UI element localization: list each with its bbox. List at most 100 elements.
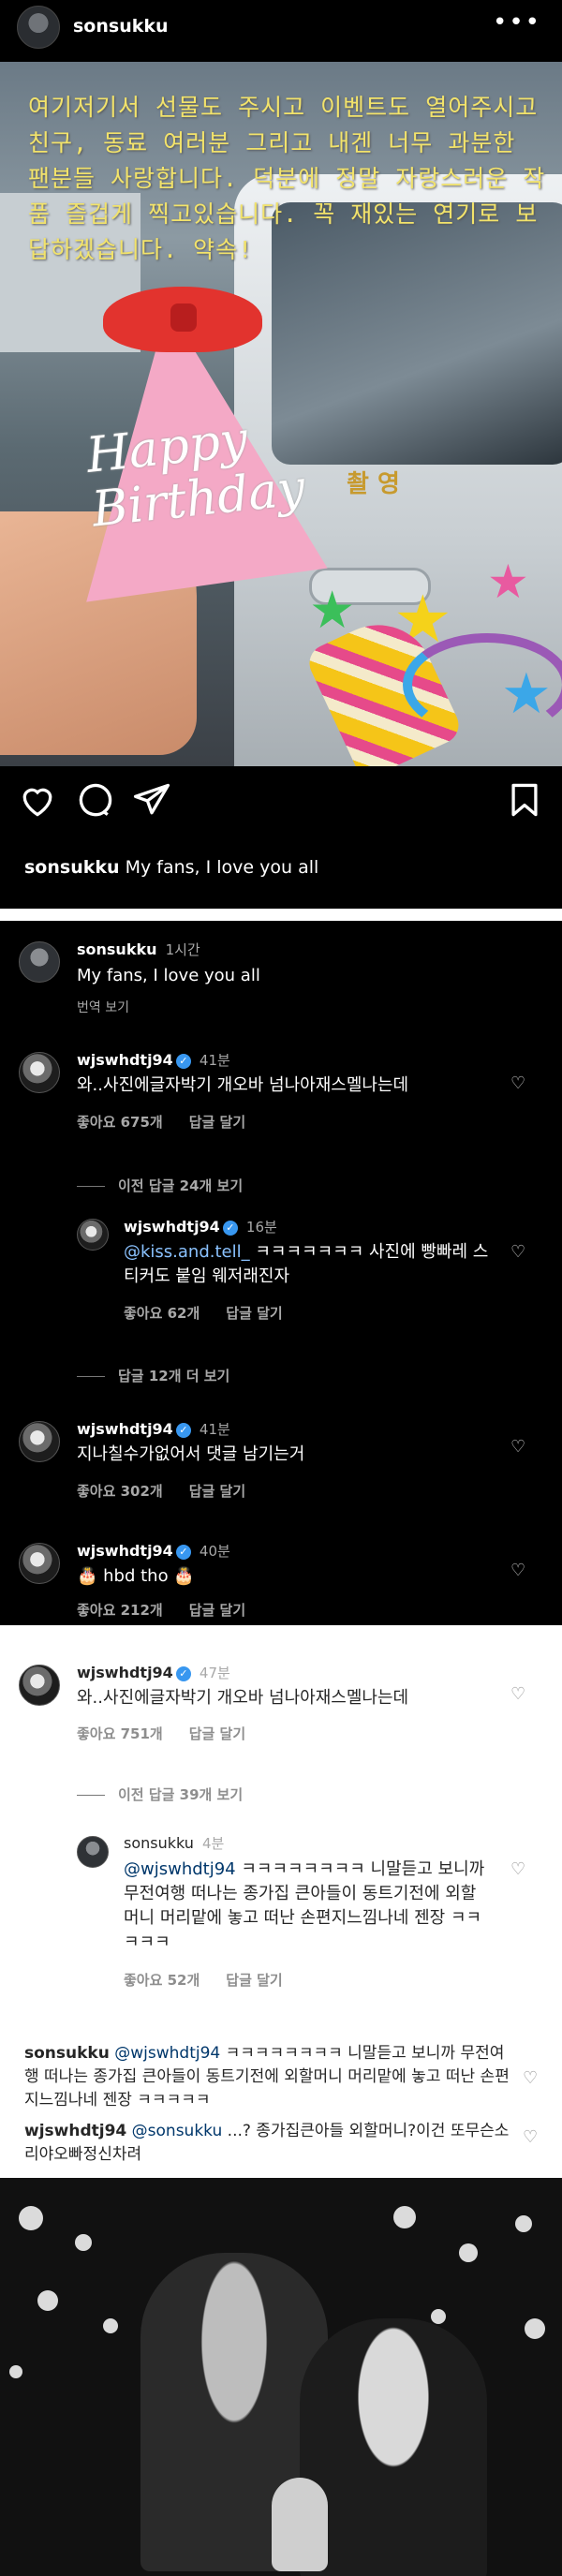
bokeh-light [525, 2318, 545, 2339]
bokeh-light [393, 2206, 416, 2228]
comment-header: wjswhdtj94 ✓ 16분 [124, 1217, 277, 1236]
comment-username[interactable]: wjswhdtj94 [77, 1051, 173, 1069]
reply-button[interactable]: 답글 달기 [226, 1972, 282, 1989]
caption-username[interactable]: sonsukku [24, 857, 120, 878]
avatar[interactable] [19, 1421, 60, 1462]
comment-username[interactable]: wjswhdtj94 [77, 1664, 173, 1681]
like-count[interactable]: 좋아요 302개 [77, 1483, 163, 1500]
mention-link[interactable]: @wjswhdtj94 [114, 2044, 220, 2063]
avatar[interactable] [19, 1052, 60, 1093]
comment-icon[interactable] [75, 779, 116, 821]
flat-comment: wjswhdtj94 @sonsukku ...? 종가집큰아들 외할머니?이건… [24, 2120, 511, 2167]
star-sticker: ★ [487, 555, 529, 609]
ribbon-knot [170, 303, 197, 332]
translate-link[interactable]: 번역 보기 [77, 998, 129, 1016]
comments-light-section: wjswhdtj94 ✓ 47분 와..사진에글자박기 개오바 넘나아재스멜나는데… [0, 1625, 562, 2178]
comment-time: 47분 [199, 1665, 230, 1681]
post-username[interactable]: sonsukku [73, 16, 169, 37]
comment-meta: 좋아요 52개 답글 달기 [124, 1970, 309, 1990]
bokeh-light [37, 2290, 58, 2311]
bottom-photo [0, 2178, 562, 2576]
reply-button[interactable]: 답글 달기 [189, 1114, 245, 1131]
verified-icon: ✓ [222, 1220, 238, 1236]
comment-time: 40분 [199, 1543, 230, 1560]
view-more-replies-label: 답글 12개 더 보기 [118, 1368, 230, 1384]
bokeh-light [515, 2215, 532, 2232]
comment-header: sonsukku 4분 [124, 1833, 224, 1853]
view-previous-replies[interactable]: 이전 답글 24개 보기 [77, 1176, 243, 1195]
heart-icon[interactable]: ♡ [510, 1562, 529, 1579]
post-section: sonsukku ••• 촬 영 Happy Birthday ★ ★ ★ ★ … [0, 0, 562, 909]
comment-meta: 좋아요 751개 답글 달기 [77, 1724, 272, 1743]
divider [77, 1376, 105, 1377]
divider [77, 1795, 105, 1796]
post-header: sonsukku ••• [0, 0, 562, 62]
avatar[interactable] [77, 1219, 109, 1251]
comment-text: 지나칠수가없어서 댓글 남기는거 [77, 1444, 305, 1464]
post-actions [0, 766, 562, 834]
bokeh-light [459, 2243, 478, 2262]
comment-meta: 좋아요 675개 답글 달기 [77, 1112, 272, 1132]
like-count[interactable]: 좋아요 675개 [77, 1114, 163, 1131]
heart-icon[interactable]: ♡ [523, 2070, 541, 2087]
view-previous-replies-label: 이전 답글 24개 보기 [118, 1177, 244, 1194]
comment-meta: 좋아요 62개 답글 달기 [124, 1303, 309, 1323]
comment-username[interactable]: sonsukku [24, 2044, 110, 2063]
reply-button[interactable]: 답글 달기 [189, 1725, 245, 1742]
bokeh-light [75, 2234, 92, 2251]
comment-text: 와..사진에글자박기 개오바 넘나아재스멜나는데 [77, 1075, 409, 1095]
view-previous-replies[interactable]: 이전 답글 39개 보기 [77, 1784, 243, 1804]
post-photo[interactable]: 촬 영 Happy Birthday ★ ★ ★ ★ 여기저기서 선물도 주시고… [0, 62, 562, 766]
comment-username[interactable]: sonsukku [124, 1834, 194, 1852]
heart-icon[interactable] [17, 779, 58, 821]
comment-username[interactable]: sonsukku [77, 940, 157, 958]
comment-username[interactable]: wjswhdtj94 [77, 1542, 173, 1560]
avatar[interactable] [77, 1836, 109, 1868]
share-icon[interactable] [131, 779, 172, 821]
comment-header: wjswhdtj94 ✓ 47분 [77, 1663, 230, 1682]
comment-time: 4분 [202, 1835, 225, 1852]
like-count[interactable]: 좋아요 52개 [124, 1972, 200, 1989]
mention-link[interactable]: @kiss.and.tell_ [124, 1242, 250, 1262]
comment-username[interactable]: wjswhdtj94 [24, 2122, 126, 2140]
comment-username[interactable]: wjswhdtj94 [124, 1218, 220, 1236]
mention-link[interactable]: @wjswhdtj94 [124, 1859, 236, 1879]
heart-icon[interactable]: ♡ [510, 1244, 529, 1261]
heart-icon[interactable]: ♡ [510, 1439, 529, 1456]
like-count[interactable]: 좋아요 62개 [124, 1305, 200, 1322]
reply-button[interactable]: 답글 달기 [226, 1305, 282, 1322]
post-caption: sonsukku My fans, I love you all [24, 857, 318, 878]
bokeh-light [431, 2309, 446, 2324]
view-more-replies[interactable]: 답글 12개 더 보기 [77, 1366, 229, 1385]
divider [77, 1186, 105, 1187]
happy-birthday-topper: Happy Birthday [83, 407, 307, 538]
comment-text: My fans, I love you all [77, 966, 260, 985]
heart-icon[interactable]: ♡ [510, 1686, 529, 1703]
verified-icon: ✓ [175, 1422, 191, 1438]
view-previous-replies-label: 이전 답글 39개 보기 [118, 1786, 244, 1803]
comment-text: 와..사진에글자박기 개오바 넘나아재스멜나는데 [77, 1688, 409, 1708]
bokeh-light [19, 2206, 43, 2230]
person-right [300, 2318, 487, 2576]
bookmark-icon[interactable] [504, 779, 545, 821]
comment-header: wjswhdtj94 ✓ 41분 [77, 1050, 230, 1070]
avatar[interactable] [19, 941, 60, 983]
comments-dark-section: sonsukku 1시간 My fans, I love you all 번역 … [0, 921, 562, 1625]
bokeh-light [103, 2318, 118, 2333]
like-count[interactable]: 좋아요 212개 [77, 1602, 163, 1619]
avatar[interactable] [17, 6, 60, 49]
reply-button[interactable]: 답글 달기 [189, 1483, 245, 1500]
more-icon[interactable]: ••• [493, 10, 541, 35]
photo-caption-overlay: 여기저기서 선물도 주시고 이벤트도 열어주시고 친구, 동료 여러분 그리고 … [28, 94, 546, 263]
avatar[interactable] [19, 1665, 60, 1706]
like-count[interactable]: 좋아요 751개 [77, 1725, 163, 1742]
comment-username[interactable]: wjswhdtj94 [77, 1420, 173, 1438]
comment-time: 1시간 [165, 941, 200, 958]
comment-header: wjswhdtj94 ✓ 41분 [77, 1419, 230, 1439]
heart-icon[interactable]: ♡ [523, 2129, 541, 2146]
mention-link[interactable]: @sonsukku [132, 2122, 223, 2140]
reply-button[interactable]: 답글 달기 [189, 1602, 245, 1619]
heart-icon[interactable]: ♡ [510, 1075, 529, 1092]
heart-icon[interactable]: ♡ [510, 1861, 529, 1878]
avatar[interactable] [19, 1543, 60, 1584]
